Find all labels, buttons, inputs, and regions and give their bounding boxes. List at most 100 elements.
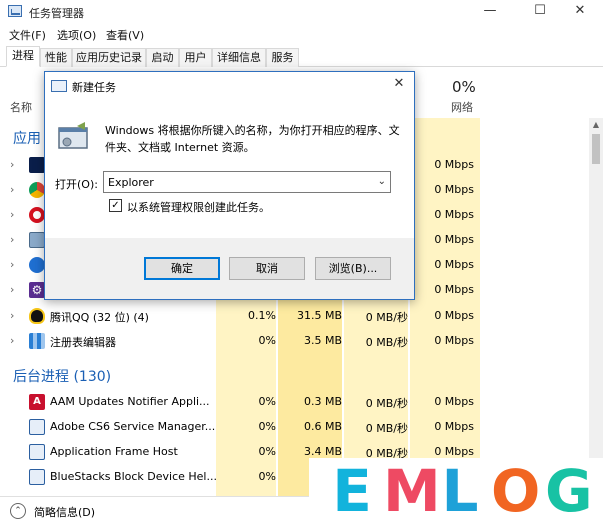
logo-letter: E (332, 457, 372, 525)
cell-network: 0 Mbps (434, 334, 474, 347)
scroll-thumb[interactable] (592, 134, 600, 164)
service-icon (29, 419, 45, 435)
dialog-title: 新建任务 (72, 81, 116, 94)
expand-chevron-icon[interactable]: › (10, 283, 14, 296)
cell-memory: 3.5 MB (303, 334, 342, 347)
process-name: Application Frame Host (50, 445, 178, 458)
scroll-up-icon[interactable]: ▲ (589, 120, 603, 129)
fewer-details-link[interactable]: 简略信息(D) (34, 504, 95, 520)
logo-letter: O (491, 457, 541, 525)
column-network[interactable]: 网络 (451, 99, 473, 114)
expand-chevron-icon[interactable]: › (10, 233, 14, 246)
app-frame-icon (29, 444, 45, 460)
photoshop-icon (29, 157, 45, 173)
cell-network: 0 Mbps (434, 233, 474, 246)
cell-network: 0 Mbps (434, 208, 474, 221)
cell-network: 0 Mbps (434, 309, 474, 322)
cell-network: 0 Mbps (434, 183, 474, 196)
adobe-icon: A (29, 394, 45, 410)
globe-icon (29, 257, 45, 273)
tab-app-history[interactable]: 应用历史记录 (72, 48, 146, 67)
tab-performance[interactable]: 性能 (40, 48, 72, 67)
cell-cpu: 0.1% (248, 309, 276, 322)
emlog-watermark-logo: E M L O G (309, 458, 603, 528)
logo-letter: M (383, 457, 441, 525)
remote-icon (29, 232, 45, 248)
tab-services[interactable]: 服务 (266, 48, 299, 67)
menu-bar: 文件(F) 选项(O) 查看(V) (0, 24, 603, 44)
process-name: Adobe CS6 Service Manager... (50, 420, 216, 433)
gear-icon: ⚙ (29, 282, 45, 298)
process-name: AAM Updates Notifier Appli... (50, 395, 210, 408)
tab-processes[interactable]: 进程 (6, 46, 40, 67)
admin-checkbox[interactable]: ✓ (109, 199, 122, 212)
open-combobox[interactable]: Explorer ⌄ (103, 171, 391, 193)
cancel-button[interactable]: 取消 (229, 257, 305, 280)
run-program-icon (58, 122, 88, 149)
browse-button[interactable]: 浏览(B)... (315, 257, 391, 280)
dialog-button-bar: 确定 取消 浏览(B)... (45, 238, 414, 299)
admin-checkbox-label[interactable]: 以系统管理权限创建此任务。 (127, 199, 270, 215)
cell-memory: 0.3 MB (303, 395, 342, 408)
opera-icon (29, 207, 45, 223)
process-name: 注册表编辑器 (50, 336, 116, 349)
table-row[interactable]: › 注册表编辑器 0% 3.5 MB 0 MB/秒 0 Mbps (0, 329, 590, 354)
cell-cpu: 0% (258, 445, 276, 458)
cell-disk: 0 MB/秒 (365, 397, 408, 410)
cell-disk: 0 MB/秒 (365, 311, 408, 324)
logo-letter: G (545, 457, 593, 525)
table-row[interactable]: Adobe CS6 Service Manager... 0% 0.6 MB 0… (0, 415, 590, 440)
cell-network: 0 Mbps (434, 395, 474, 408)
bluestacks-icon (29, 469, 45, 485)
process-name: 腾讯QQ (32 位) (4) (50, 311, 149, 324)
table-row[interactable]: › 腾讯QQ (32 位) (4) 0.1% 31.5 MB 0 MB/秒 0 … (0, 304, 590, 329)
menu-options[interactable]: 选项(O) (57, 27, 96, 43)
title-bar: 任务管理器 — ☐ ✕ (0, 0, 603, 24)
dialog-close-button[interactable]: ✕ (384, 72, 414, 96)
collapse-up-icon[interactable]: ⌃ (10, 503, 26, 519)
window-title: 任务管理器 (29, 7, 84, 20)
expand-chevron-icon[interactable]: › (10, 158, 14, 171)
logo-letter: L (441, 457, 479, 525)
task-manager-icon (8, 5, 22, 17)
cell-memory: 31.5 MB (296, 309, 342, 322)
tab-startup[interactable]: 启动 (146, 48, 179, 67)
cell-disk: 0 MB/秒 (365, 422, 408, 435)
chrome-icon (29, 182, 45, 198)
cell-disk: 0 MB/秒 (365, 336, 408, 349)
qq-icon (29, 308, 45, 324)
open-input[interactable]: Explorer (108, 176, 154, 189)
expand-chevron-icon[interactable]: › (10, 334, 14, 347)
run-icon (51, 80, 67, 92)
expand-chevron-icon[interactable]: › (10, 309, 14, 322)
tab-details[interactable]: 详细信息 (212, 48, 266, 67)
close-button[interactable]: ✕ (557, 0, 603, 24)
cell-network: 0 Mbps (434, 283, 474, 296)
expand-chevron-icon[interactable]: › (10, 258, 14, 271)
column-name[interactable]: 名称 (10, 99, 32, 114)
tab-bar: 进程 性能 应用历史记录 启动 用户 详细信息 服务 (0, 46, 603, 67)
cell-cpu: 0% (258, 420, 276, 433)
cell-cpu: 0% (258, 334, 276, 347)
section-apps: 应用 (13, 131, 41, 147)
minimize-button[interactable]: — (467, 0, 513, 24)
cell-cpu: 0% (258, 395, 276, 408)
dialog-description: Windows 将根据你所键入的名称，为你打开相应的程序、文件夹、文档或 Int… (105, 124, 400, 154)
menu-view[interactable]: 查看(V) (106, 27, 144, 43)
cell-cpu: 0% (258, 470, 276, 483)
network-percent: 0% (452, 78, 476, 96)
cell-network: 0 Mbps (434, 420, 474, 433)
expand-chevron-icon[interactable]: › (10, 183, 14, 196)
menu-file[interactable]: 文件(F) (9, 27, 46, 43)
process-name: BlueStacks Block Device Hel... (50, 470, 217, 483)
vertical-scrollbar[interactable]: ▲ (589, 118, 603, 504)
section-background: 后台进程 (130) (13, 369, 112, 385)
expand-chevron-icon[interactable]: › (10, 208, 14, 221)
open-label: 打开(O): (55, 178, 98, 191)
chevron-down-icon[interactable]: ⌄ (378, 176, 386, 187)
regedit-icon (29, 333, 45, 349)
ok-button[interactable]: 确定 (144, 257, 220, 280)
table-row[interactable]: A AAM Updates Notifier Appli... 0% 0.3 M… (0, 390, 590, 415)
cell-network: 0 Mbps (434, 158, 474, 171)
tab-users[interactable]: 用户 (179, 48, 212, 67)
